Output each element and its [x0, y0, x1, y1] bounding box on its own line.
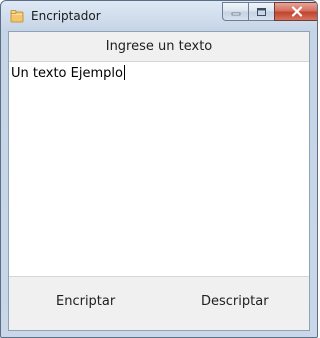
text-caret	[123, 65, 125, 80]
folder-icon	[10, 10, 24, 23]
minimize-icon	[231, 12, 240, 15]
close-icon	[291, 6, 303, 17]
title-bar[interactable]: Encriptador	[1, 1, 317, 31]
encrypt-button[interactable]: Encriptar	[56, 294, 115, 310]
text-input-area[interactable]: Un texto Ejemplo	[9, 61, 309, 277]
maximize-icon	[257, 7, 266, 16]
window-title: Encriptador	[31, 9, 101, 23]
decrypt-button[interactable]: Descriptar	[201, 294, 269, 310]
minimize-button[interactable]	[222, 2, 248, 21]
input-prompt-label: Ingrese un texto	[9, 32, 309, 61]
window-controls	[222, 2, 317, 21]
app-window: Encriptador Ingrese un texto Un texto Ej…	[0, 0, 318, 338]
text-input-value: Un texto Ejemplo	[11, 66, 123, 81]
maximize-button[interactable]	[248, 2, 274, 21]
client-area: Ingrese un texto Un texto Ejemplo Encrip…	[8, 31, 310, 331]
close-button[interactable]	[274, 2, 317, 21]
